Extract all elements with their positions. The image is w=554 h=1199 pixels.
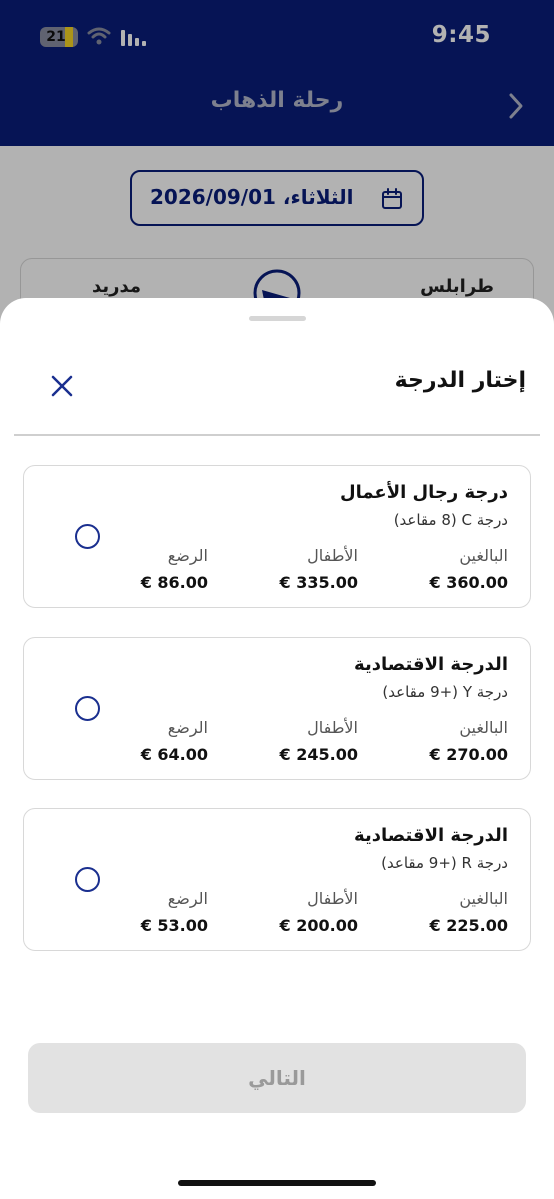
price-value: € 360.00	[429, 573, 508, 592]
price-label: الرضع	[167, 718, 208, 737]
price-value: € 245.00	[279, 745, 358, 764]
divider	[14, 434, 540, 436]
fare-subtitle: درجة Y (+9 مقاعد)	[382, 683, 508, 701]
price-value: € 270.00	[429, 745, 508, 764]
price-adults: البالغين € 270.00	[378, 718, 508, 764]
price-infants: الرضع € 53.00	[78, 889, 208, 935]
price-value: € 225.00	[429, 916, 508, 935]
price-adults: البالغين € 225.00	[378, 889, 508, 935]
price-label: الأطفال	[307, 889, 358, 908]
sheet-title: إختار الدرجة	[394, 368, 526, 393]
fare-name: الدرجة الاقتصادية	[354, 825, 508, 846]
price-children: الأطفال € 200.00	[228, 889, 358, 935]
price-infants: الرضع € 64.00	[78, 718, 208, 764]
fare-radio[interactable]	[75, 867, 100, 892]
price-label: البالغين	[459, 718, 508, 737]
price-label: الأطفال	[307, 718, 358, 737]
price-label: الأطفال	[307, 546, 358, 565]
price-value: € 200.00	[279, 916, 358, 935]
fare-option-economy-r[interactable]: الدرجة الاقتصادية درجة R (+9 مقاعد) البا…	[23, 808, 531, 951]
price-value: € 86.00	[140, 573, 208, 592]
fare-option-business[interactable]: درجة رجال الأعمال درجة C (8 مقاعد) البال…	[23, 465, 531, 608]
fare-radio[interactable]	[75, 696, 100, 721]
next-button[interactable]: التالي	[28, 1043, 526, 1113]
sheet-grabber[interactable]	[249, 316, 306, 321]
price-value: € 53.00	[140, 916, 208, 935]
price-label: البالغين	[459, 546, 508, 565]
app-screen: 21 9:45 رحلة الذهاب الثلاثاء، 2026/09/01	[0, 0, 554, 1199]
fare-name: درجة رجال الأعمال	[339, 482, 508, 503]
fare-subtitle: درجة R (+9 مقاعد)	[381, 854, 508, 872]
price-adults: البالغين € 360.00	[378, 546, 508, 592]
price-label: الرضع	[167, 546, 208, 565]
home-indicator[interactable]	[178, 1180, 376, 1186]
close-icon[interactable]	[48, 372, 76, 400]
price-children: الأطفال € 335.00	[228, 546, 358, 592]
price-infants: الرضع € 86.00	[78, 546, 208, 592]
fare-name: الدرجة الاقتصادية	[354, 654, 508, 675]
price-value: € 335.00	[279, 573, 358, 592]
price-children: الأطفال € 245.00	[228, 718, 358, 764]
price-label: الرضع	[167, 889, 208, 908]
fare-option-economy-y[interactable]: الدرجة الاقتصادية درجة Y (+9 مقاعد) البا…	[23, 637, 531, 780]
fare-radio[interactable]	[75, 524, 100, 549]
fare-subtitle: درجة C (8 مقاعد)	[393, 511, 508, 529]
price-value: € 64.00	[140, 745, 208, 764]
price-label: البالغين	[459, 889, 508, 908]
